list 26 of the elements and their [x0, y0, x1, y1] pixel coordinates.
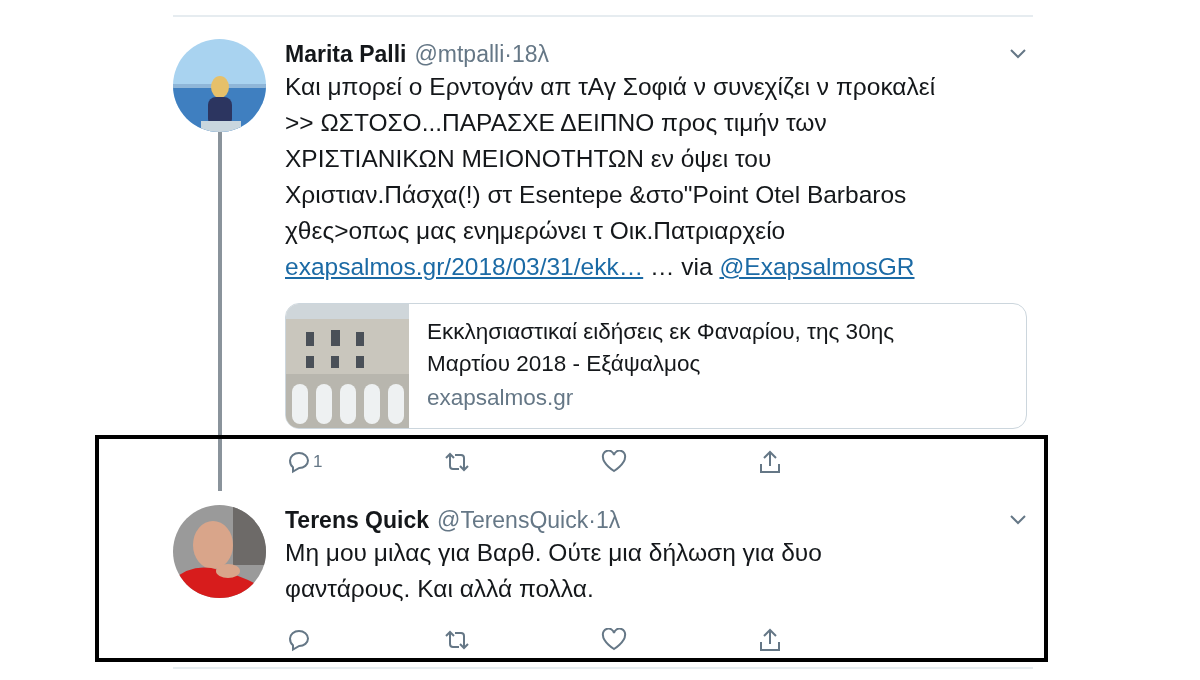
share-icon[interactable]	[758, 627, 782, 653]
chevron-down-icon[interactable]	[1009, 514, 1027, 526]
card-domain: exapsalmos.gr	[427, 384, 575, 412]
chevron-down-icon[interactable]	[1009, 48, 1027, 60]
card-title: Εκκλησιαστικαί ειδήσεις εκ Φαναρίου, της 30ης Μαρτίου 2018 - Εξάψαλμος	[427, 318, 894, 378]
tweet-text: Και μπορεί ο Ερντογάν απ τΑγ Σοφιά ν συνεχίζει ν προκαλεί >> ΩΣΤΟΣΟ...ΠΑΡΑΣΧΕ ΔΕΙΠΝΟ προς τιμήν των ΧΡΙΣΤΙΑΝΙΚΩΝ ΜΕΙΟΝΟΤΗΤΩΝ εν όψει του Χριστιαν.Πάσχα(!) στ Esentepe &στο"Point Otel Barbaros χθες>οπως μας ενημερώνει τ Οικ.Πατριαρχείο exapsalmos.gr/2018/03/31/ekk… … via @ExapsalmosGR	[285, 72, 937, 282]
link[interactable]: exapsalmos.gr/2018/03/31/ekk…	[285, 253, 644, 280]
timestamp: 1λ	[595, 506, 621, 534]
link[interactable]: @ExapsalmosGR	[719, 253, 915, 280]
reply-icon[interactable]	[287, 628, 311, 652]
reply-icon[interactable]	[287, 450, 311, 474]
reply-count: 1	[313, 452, 323, 472]
link-card[interactable]: Εκκλησιαστικαί ειδήσεις εκ Φαναρίου, της 30ης Μαρτίου 2018 - Εξάψαλμος exapsalmos.gr	[285, 303, 1027, 429]
tweet-text: Μη μου μιλας για Βαρθ. Ούτε μια δήλωση για δυο φαντάρους. Και αλλά πολλα.	[285, 538, 823, 604]
user-handle[interactable]: @mtpalli	[414, 40, 505, 68]
separator-dot: ·	[504, 40, 512, 68]
share-icon[interactable]	[758, 449, 782, 475]
user-handle[interactable]: @TerensQuick	[437, 506, 589, 534]
retweet-icon[interactable]	[444, 628, 470, 652]
user-name[interactable]: Terens Quick	[285, 506, 430, 534]
retweet-icon[interactable]	[444, 450, 470, 474]
heart-icon[interactable]	[601, 450, 627, 474]
user-name[interactable]: Marita Palli	[285, 40, 407, 68]
separator-dot: ·	[588, 506, 596, 534]
timestamp: 18λ	[511, 40, 549, 68]
heart-icon[interactable]	[601, 628, 627, 652]
